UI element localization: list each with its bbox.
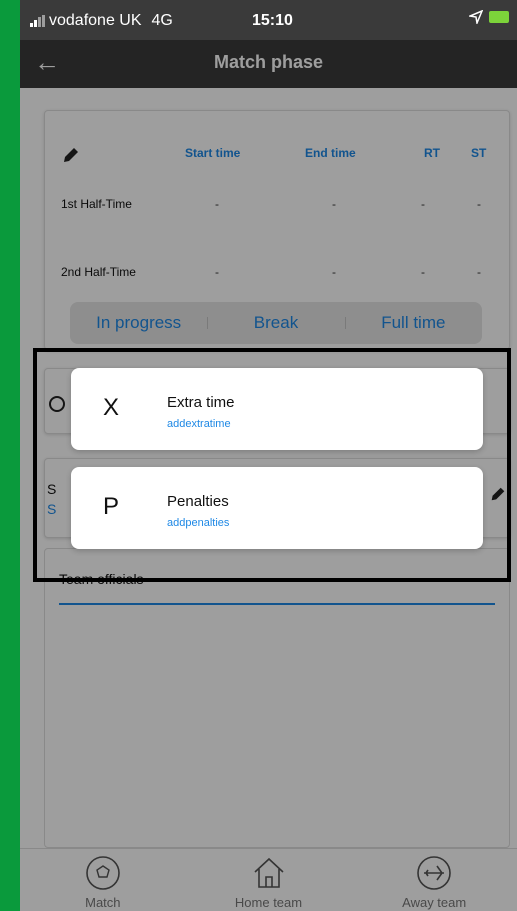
location-arrow-icon: [469, 10, 483, 24]
network-type: 4G: [151, 12, 173, 29]
highlight-box: [33, 348, 511, 582]
status-time: 15:10: [252, 12, 293, 29]
status-right: [469, 10, 509, 24]
carrier-info: vodafone UK 4G: [30, 12, 173, 30]
battery-icon: [489, 11, 509, 23]
signal-icon: [30, 15, 45, 27]
status-bar: vodafone UK 4G 15:10: [20, 0, 517, 40]
side-green-bar: [0, 0, 20, 911]
carrier-name: vodafone UK: [49, 12, 142, 29]
